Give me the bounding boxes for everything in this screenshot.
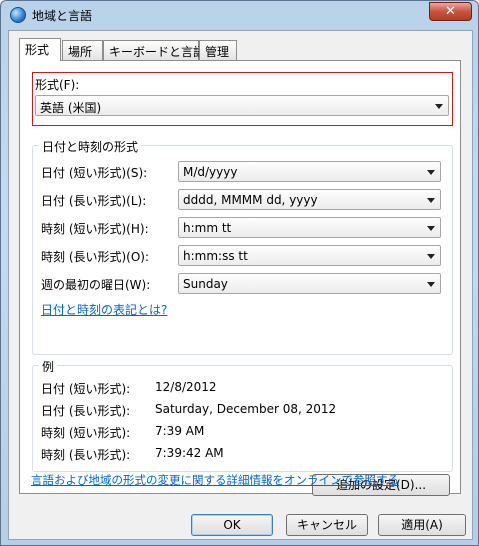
datetime-format-group: 日付と時刻の形式 日付 (短い形式)(S): M/d/yyyy 日付 (長い形式… [32, 138, 453, 355]
window-title: 地域と言語 [32, 9, 93, 23]
ok-button[interactable]: OK [191, 514, 273, 536]
short-time-value: h:mm tt [183, 221, 232, 235]
short-date-label: 日付 (短い形式)(S): [41, 166, 148, 180]
long-time-value: h:mm:ss tt [183, 249, 248, 263]
format-label: 形式(F): [35, 78, 80, 92]
example-long-time-label: 時刻 (長い形式): [41, 448, 131, 462]
region-language-window: 地域と言語 ✕ 形式 場所 キーボードと言語 管理 形式(F): 英語 (米国)… [0, 0, 479, 546]
title-bar[interactable]: 地域と言語 ✕ [1, 1, 478, 29]
long-date-combobox[interactable]: dddd, MMMM dd, yyyy [178, 189, 441, 210]
example-short-time-value: 7:39 AM [155, 424, 205, 438]
chevron-down-icon [427, 254, 435, 259]
example-long-date-label: 日付 (長い形式): [41, 404, 131, 418]
example-short-time-label: 時刻 (短い形式): [41, 426, 131, 440]
tab-keyboards-languages[interactable]: キーボードと言語 [103, 40, 205, 60]
apply-button[interactable]: 適用(A) [378, 514, 466, 536]
format-combobox[interactable]: 英語 (米国) [35, 95, 449, 116]
first-day-label: 週の最初の曜日(W): [41, 278, 151, 292]
short-time-label: 時刻 (短い形式)(H): [41, 222, 149, 236]
long-date-value: dddd, MMMM dd, yyyy [183, 193, 318, 207]
format-section: 形式(F): 英語 (米国) [32, 72, 453, 126]
example-short-date-label: 日付 (短い形式): [41, 382, 131, 396]
tab-format[interactable]: 形式 [19, 38, 61, 61]
long-time-label: 時刻 (長い形式)(O): [41, 250, 150, 264]
example-group: 例 日付 (短い形式): 12/8/2012 日付 (長い形式): Saturd… [32, 358, 453, 472]
cancel-button[interactable]: キャンセル [286, 514, 368, 536]
close-button[interactable]: ✕ [429, 2, 472, 21]
first-day-value: Sunday [183, 277, 228, 291]
example-short-date-value: 12/8/2012 [155, 380, 217, 394]
online-info-link[interactable]: 言語および地域の形式の変更に関する詳細情報をオンラインで参照する [31, 472, 399, 488]
example-long-time-value: 7:39:42 AM [155, 446, 224, 460]
format-combobox-value: 英語 (米国) [40, 101, 102, 115]
format-tab-panel: 形式(F): 英語 (米国) 日付と時刻の形式 日付 (短い形式)(S): M/… [19, 60, 461, 496]
long-date-label: 日付 (長い形式)(L): [41, 194, 147, 208]
chevron-down-icon [435, 104, 443, 109]
example-group-title: 例 [39, 358, 58, 375]
short-time-combobox[interactable]: h:mm tt [178, 217, 441, 238]
example-long-date-value: Saturday, December 08, 2012 [155, 402, 337, 416]
chevron-down-icon [427, 282, 435, 287]
datetime-notation-help-link[interactable]: 日付と時刻の表記とは? [41, 301, 167, 318]
tab-administrative[interactable]: 管理 [199, 40, 237, 60]
dialog-client: 形式 場所 キーボードと言語 管理 形式(F): 英語 (米国) 日付と時刻の形… [8, 30, 473, 540]
short-date-value: M/d/yyyy [183, 165, 238, 179]
datetime-format-group-title: 日付と時刻の形式 [39, 138, 142, 155]
short-date-combobox[interactable]: M/d/yyyy [178, 161, 441, 182]
chevron-down-icon [427, 226, 435, 231]
chevron-down-icon [427, 198, 435, 203]
long-time-combobox[interactable]: h:mm:ss tt [178, 245, 441, 266]
first-day-combobox[interactable]: Sunday [178, 273, 441, 294]
globe-icon [10, 7, 26, 23]
chevron-down-icon [427, 170, 435, 175]
tab-location[interactable]: 場所 [62, 40, 103, 60]
